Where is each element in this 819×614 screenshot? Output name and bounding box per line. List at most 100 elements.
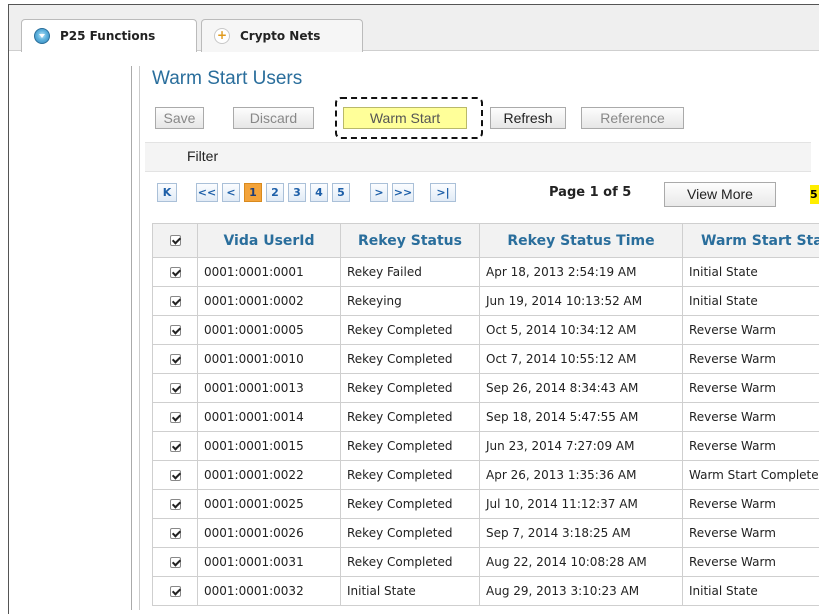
row-checkbox-cell[interactable] <box>152 431 198 461</box>
row-checkbox-cell[interactable] <box>152 460 198 490</box>
vida-userid-cell: 0001:0001:0025 <box>197 489 341 519</box>
column-header-warm-start-status[interactable]: Warm Start Status <box>682 223 819 258</box>
warm-start-status-cell: Reverse Warm <box>682 547 819 577</box>
tab-label: P25 Functions <box>60 29 156 43</box>
table-row[interactable]: 0001:0001:0031 Rekey Completed Aug 22, 201… <box>152 547 819 577</box>
select-all-checkbox-cell[interactable] <box>152 223 198 258</box>
page-4-button[interactable]: 4 <box>310 183 328 202</box>
row-checkbox[interactable] <box>169 383 181 394</box>
row-checkbox[interactable] <box>169 412 181 423</box>
page-title: Warm Start Users <box>152 68 303 89</box>
table-row[interactable]: 0001:0001:0025 Rekey Completed Jul 10, 201… <box>152 489 819 519</box>
table-row[interactable]: 0001:0001:0015 Rekey Completed Jun 23, 201… <box>152 431 819 461</box>
rekey-status-time-cell: Jul 10, 2014 11:12:37 AM <box>479 489 683 519</box>
tab-crypto-nets[interactable]: + Crypto Nets <box>201 19 363 52</box>
rekey-status-cell: Rekeying <box>340 286 480 316</box>
table-row[interactable]: 0001:0001:0032 Initial State Aug 29, 2013 … <box>152 576 819 606</box>
table-row[interactable]: 0001:0001:0014 Rekey Completed Sep 18, 201… <box>152 402 819 432</box>
last-page-button[interactable]: >| <box>430 183 456 202</box>
rekey-status-cell: Rekey Failed <box>340 257 480 287</box>
filter-bar[interactable] <box>145 142 811 172</box>
table-row[interactable]: 0001:0001:0026 Rekey Completed Sep 7, 2014… <box>152 518 819 548</box>
prev-page-button[interactable]: < <box>222 183 240 202</box>
first-page-button[interactable]: K <box>157 183 177 202</box>
rekey-status-cell: Rekey Completed <box>340 518 480 548</box>
row-checkbox-cell[interactable] <box>152 402 198 432</box>
rekey-status-time-cell: Apr 18, 2013 2:54:19 AM <box>479 257 683 287</box>
refresh-button[interactable]: Refresh <box>490 107 566 129</box>
page-5-button[interactable]: 5 <box>332 183 350 202</box>
row-checkbox[interactable] <box>169 557 181 568</box>
table-row[interactable]: 0001:0001:0001 Rekey Failed Apr 18, 2013 2… <box>152 257 819 287</box>
vida-userid-cell: 0001:0001:0010 <box>197 344 341 374</box>
vida-userid-cell: 0001:0001:0015 <box>197 431 341 461</box>
warm-start-status-cell: Initial State <box>682 257 819 287</box>
rekey-status-cell: Rekey Completed <box>340 315 480 345</box>
row-checkbox-cell[interactable] <box>152 489 198 519</box>
rekey-status-time-cell: Jun 23, 2014 7:27:09 AM <box>479 431 683 461</box>
warm-start-status-cell: Initial State <box>682 576 819 606</box>
row-checkbox-cell[interactable] <box>152 257 198 287</box>
next-page-button[interactable]: > <box>370 183 388 202</box>
column-header-vida-userid[interactable]: Vida UserId <box>197 223 341 258</box>
rekey-status-time-cell: Apr 26, 2013 1:35:36 AM <box>479 460 683 490</box>
row-checkbox[interactable] <box>169 325 181 336</box>
rekey-status-time-cell: Aug 29, 2013 3:10:23 AM <box>479 576 683 606</box>
warm-start-status-cell: Reverse Warm <box>682 518 819 548</box>
warm-start-status-cell: Reverse Warm <box>682 344 819 374</box>
vida-userid-cell: 0001:0001:0001 <box>197 257 341 287</box>
prev-group-button[interactable]: << <box>196 183 218 202</box>
row-checkbox[interactable] <box>169 470 181 481</box>
row-checkbox[interactable] <box>169 296 181 307</box>
rekey-status-time-cell: Jun 19, 2014 10:13:52 AM <box>479 286 683 316</box>
row-checkbox[interactable] <box>169 586 181 597</box>
warm-start-status-cell: Reverse Warm <box>682 431 819 461</box>
column-header-rekey-status-time[interactable]: Rekey Status Time <box>479 223 683 258</box>
tab-p25-functions[interactable]: P25 Functions <box>21 19 197 52</box>
table-row[interactable]: 0001:0001:0010 Rekey Completed Oct 7, 2014… <box>152 344 819 374</box>
row-checkbox-cell[interactable] <box>152 286 198 316</box>
warm-start-users-table: Vida UserId Rekey Status Rekey Status Ti… <box>152 223 819 606</box>
rekey-status-cell: Rekey Completed <box>340 373 480 403</box>
rekey-status-cell: Initial State <box>340 576 480 606</box>
discard-button[interactable]: Discard <box>233 107 314 129</box>
page-2-button[interactable]: 2 <box>266 183 284 202</box>
save-button[interactable]: Save <box>155 107 204 129</box>
page-3-button[interactable]: 3 <box>288 183 306 202</box>
select-all-checkbox[interactable] <box>169 235 181 246</box>
vida-userid-cell: 0001:0001:0026 <box>197 518 341 548</box>
table-row[interactable]: 0001:0001:0002 Rekeying Jun 19, 2014 10:13… <box>152 286 819 316</box>
table-row[interactable]: 0001:0001:0013 Rekey Completed Sep 26, 201… <box>152 373 819 403</box>
filter-label[interactable]: Filter <box>187 148 218 164</box>
next-group-button[interactable]: >> <box>392 183 414 202</box>
rekey-status-cell: Rekey Completed <box>340 489 480 519</box>
table-header-row: Vida UserId Rekey Status Rekey Status Ti… <box>152 223 819 258</box>
row-checkbox[interactable] <box>169 528 181 539</box>
row-checkbox[interactable] <box>169 267 181 278</box>
row-checkbox-cell[interactable] <box>152 373 198 403</box>
row-checkbox[interactable] <box>169 441 181 452</box>
rekey-status-time-cell: Aug 22, 2014 10:08:28 AM <box>479 547 683 577</box>
vida-userid-cell: 0001:0001:0002 <box>197 286 341 316</box>
row-checkbox-cell[interactable] <box>152 576 198 606</box>
view-more-button[interactable]: View More <box>664 182 776 207</box>
reference-button[interactable]: Reference <box>581 107 684 129</box>
tab-label: Crypto Nets <box>240 29 321 43</box>
row-checkbox-cell[interactable] <box>152 518 198 548</box>
vida-userid-cell: 0001:0001:0014 <box>197 402 341 432</box>
sidebar-divider-inner <box>139 66 140 610</box>
column-header-rekey-status[interactable]: Rekey Status <box>340 223 480 258</box>
row-checkbox[interactable] <box>169 354 181 365</box>
rekey-status-cell: Rekey Completed <box>340 344 480 374</box>
table-row[interactable]: 0001:0001:0022 Rekey Completed Apr 26, 201… <box>152 460 819 490</box>
row-checkbox[interactable] <box>169 499 181 510</box>
row-checkbox-cell[interactable] <box>152 547 198 577</box>
table-row[interactable]: 0001:0001:0005 Rekey Completed Oct 5, 2014… <box>152 315 819 345</box>
tab-bar: P25 Functions + Crypto Nets <box>9 5 819 52</box>
row-checkbox-cell[interactable] <box>152 315 198 345</box>
rekey-status-time-cell: Oct 7, 2014 10:55:12 AM <box>479 344 683 374</box>
warm-start-status-cell: Reverse Warm <box>682 402 819 432</box>
row-checkbox-cell[interactable] <box>152 344 198 374</box>
page-1-button[interactable]: 1 <box>244 183 262 202</box>
rekey-status-time-cell: Sep 7, 2014 3:18:25 AM <box>479 518 683 548</box>
